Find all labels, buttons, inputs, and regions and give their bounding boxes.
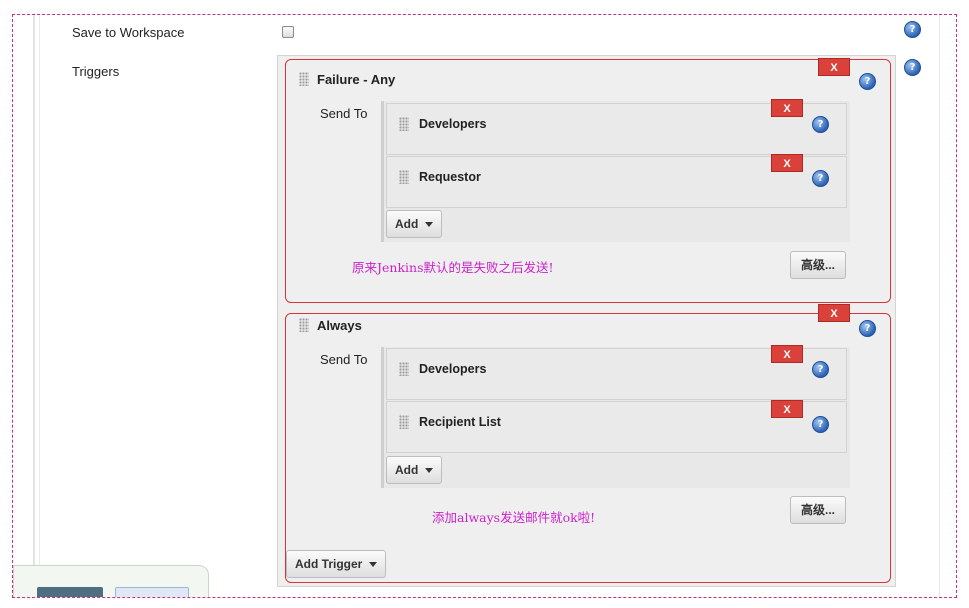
add-recipient-button[interactable]: Add	[386, 456, 443, 484]
drag-handle-icon[interactable]	[399, 117, 409, 131]
drag-handle-icon[interactable]	[299, 318, 309, 332]
left-rail-inner	[39, 15, 40, 597]
save-to-workspace-label: Save to Workspace	[72, 25, 185, 40]
delete-recipient-button[interactable]: X	[771, 99, 803, 117]
drag-handle-icon[interactable]	[399, 415, 409, 429]
send-to-label: Send To	[320, 352, 368, 367]
add-label: Add	[395, 217, 419, 231]
send-to-label: Send To	[320, 106, 368, 121]
recipient-name: Requestor	[419, 170, 481, 184]
drag-handle-icon[interactable]	[299, 72, 309, 86]
advanced-button[interactable]: 高级...	[790, 496, 846, 524]
delete-recipient-button[interactable]: X	[771, 345, 803, 363]
caret-down-icon	[369, 562, 378, 568]
help-icon[interactable]: ?	[904, 59, 921, 76]
trigger-title: Failure - Any	[317, 72, 396, 87]
advanced-button[interactable]: 高级...	[790, 251, 846, 279]
help-icon[interactable]: ?	[812, 361, 829, 378]
caret-down-icon	[425, 468, 434, 474]
help-icon[interactable]: ?	[859, 320, 876, 337]
right-rail	[939, 15, 940, 597]
add-trigger-label: Add Trigger	[295, 557, 363, 571]
annotation-note: 原来Jenkins默认的是失败之后发送!	[352, 260, 554, 275]
recipient-name: Developers	[419, 362, 487, 376]
save-button[interactable]	[37, 587, 103, 597]
apply-button[interactable]	[115, 587, 189, 597]
add-label: Add	[395, 463, 419, 477]
left-rail	[33, 15, 35, 597]
add-recipient-button[interactable]: Add	[386, 210, 443, 238]
drag-handle-icon[interactable]	[399, 362, 409, 376]
save-to-workspace-checkbox[interactable]	[282, 26, 294, 38]
help-icon[interactable]: ?	[812, 170, 829, 187]
config-frame: Save to Workspace ? Triggers ? Failure -…	[12, 14, 957, 598]
delete-trigger-button[interactable]: X	[818, 304, 850, 322]
delete-trigger-button[interactable]: X	[818, 58, 850, 76]
delete-recipient-button[interactable]: X	[771, 400, 803, 418]
help-icon[interactable]: ?	[812, 116, 829, 133]
caret-down-icon	[425, 222, 434, 228]
drag-handle-icon[interactable]	[399, 170, 409, 184]
annotation-note: 添加always发送邮件就ok啦!	[432, 510, 596, 525]
help-icon[interactable]: ?	[859, 73, 876, 90]
add-trigger-button[interactable]: Add Trigger	[286, 550, 387, 578]
trigger-title: Always	[317, 318, 362, 333]
help-icon[interactable]: ?	[904, 21, 921, 38]
help-icon[interactable]: ?	[812, 416, 829, 433]
delete-recipient-button[interactable]: X	[771, 154, 803, 172]
triggers-label: Triggers	[72, 64, 120, 79]
recipient-name: Recipient List	[419, 415, 501, 429]
recipient-name: Developers	[419, 117, 487, 131]
